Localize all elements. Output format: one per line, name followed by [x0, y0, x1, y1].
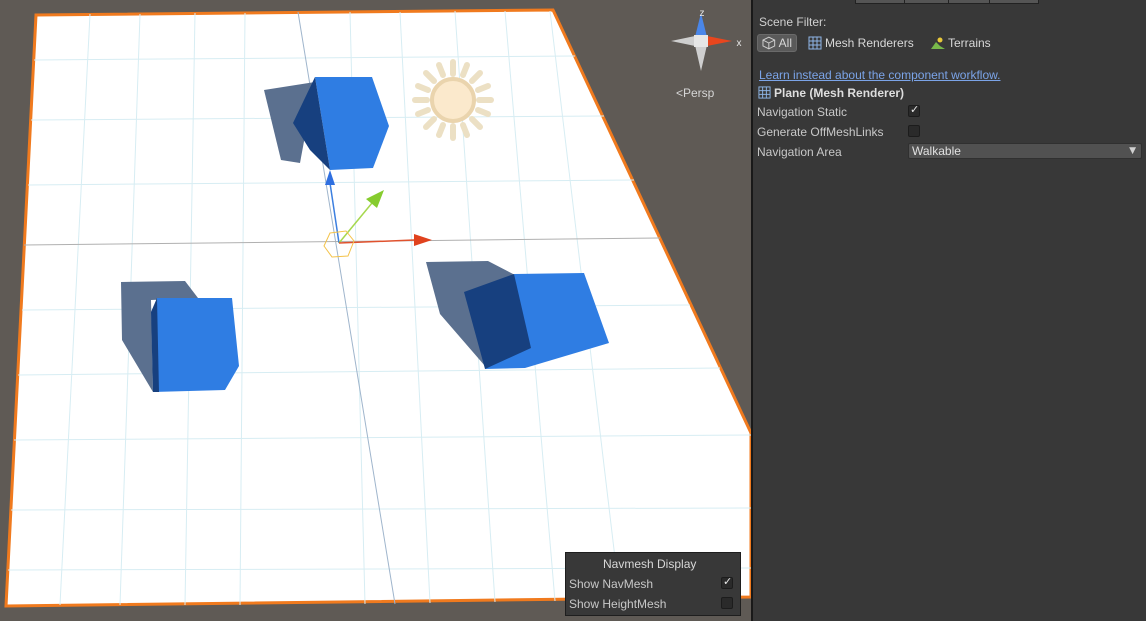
navigation-area-dropdown[interactable]: Walkable ▼: [908, 143, 1142, 159]
navigation-static-label: Navigation Static: [757, 105, 848, 119]
tab-agents[interactable]: [989, 0, 1039, 4]
show-heightmesh-label: Show HeightMesh: [569, 597, 667, 611]
navmesh-display-panel: Navmesh Display Show NavMesh ✓ Show Heig…: [565, 552, 741, 616]
orientation-gizmo[interactable]: [671, 13, 732, 71]
generate-offmeshlinks-checkbox[interactable]: [908, 125, 920, 137]
scene-filter-label: Scene Filter:: [759, 15, 827, 29]
chevron-down-icon: ▼: [1129, 146, 1136, 156]
tab-areas[interactable]: [948, 0, 990, 4]
show-navmesh-label: Show NavMesh: [569, 577, 654, 591]
scene-view[interactable]: z x <Persp Navmesh Display Show NavMesh …: [0, 0, 751, 621]
directional-light-icon[interactable]: [412, 59, 494, 141]
mesh-grid-icon: [808, 36, 822, 50]
navigation-area-label: Navigation Area: [757, 145, 842, 159]
filter-mesh-renderers-button[interactable]: Mesh Renderers: [804, 34, 922, 52]
tab-object[interactable]: [855, 0, 905, 4]
filter-terrains-label: Terrains: [948, 36, 991, 50]
navigation-area-value: Walkable: [912, 144, 961, 158]
object-title: Plane (Mesh Renderer): [774, 86, 905, 100]
filter-mesh-renderers-label: Mesh Renderers: [825, 36, 914, 50]
checkmark-icon: ✓: [910, 103, 920, 116]
filter-terrains-button[interactable]: Terrains: [927, 34, 999, 52]
tab-bake[interactable]: [904, 0, 949, 4]
filter-all-button[interactable]: All: [757, 34, 797, 52]
mesh-renderer-icon: [758, 86, 771, 99]
projection-toggle[interactable]: <Persp: [676, 86, 714, 100]
checkmark-icon: ✓: [723, 575, 733, 588]
gizmo-x-label: x: [737, 38, 742, 49]
filter-all-label: All: [778, 36, 792, 50]
show-navmesh-checkbox[interactable]: ✓: [721, 575, 733, 589]
scene-canvas[interactable]: z x: [0, 0, 751, 621]
cube-top[interactable]: [264, 77, 389, 170]
component-workflow-link[interactable]: Learn instead about the component workfl…: [759, 68, 1001, 82]
generate-offmeshlinks-label: Generate OffMeshLinks: [757, 125, 884, 139]
navmesh-display-title: Navmesh Display: [603, 557, 697, 571]
gizmo-z-label: z: [700, 8, 705, 19]
cube-icon: [762, 36, 776, 50]
terrain-icon: [931, 37, 945, 49]
navigation-static-checkbox[interactable]: ✓: [908, 103, 920, 117]
show-heightmesh-checkbox[interactable]: [721, 597, 733, 609]
